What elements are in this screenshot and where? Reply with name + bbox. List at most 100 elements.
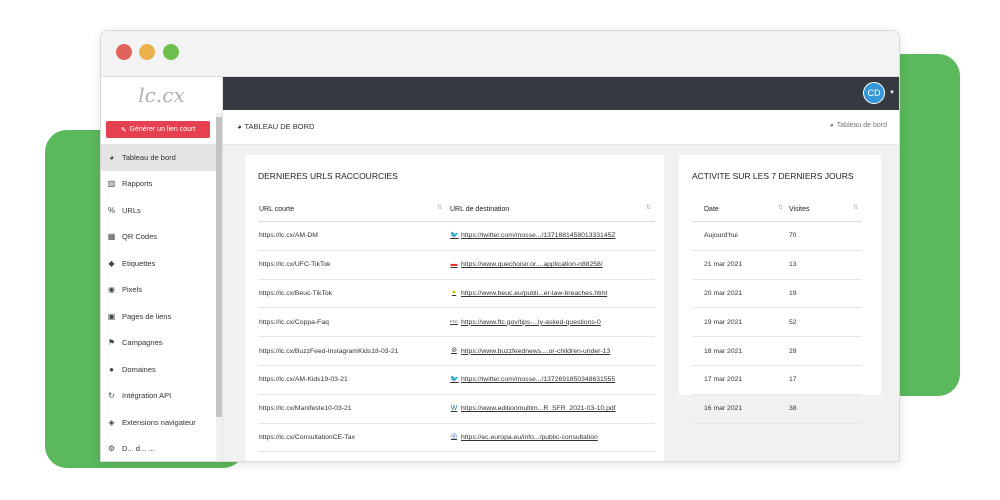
column-header-label: Visites xyxy=(789,205,810,213)
table-row: https://lc.cx/Manifeste10-03-21 Whttps://… xyxy=(258,394,655,424)
destination-url-cell: ▬ https://www.quechoisir.or....applicatio… xyxy=(446,250,655,280)
short-url-cell[interactable]: https://lc.cx/UFC-TikTok xyxy=(258,250,446,280)
visits-cell: 29 xyxy=(787,336,862,366)
sidebar-item-4[interactable]: ◆ Etiquettes xyxy=(101,250,222,277)
date-cell: 18 mar 2021 xyxy=(692,336,787,366)
sidebar-item-8[interactable]: ● Domaines xyxy=(101,356,222,383)
latest-urls-card: DERNIERES URLS RACCOURCIES URL courte ⇅ … xyxy=(245,155,664,461)
maximize-window-dot[interactable] xyxy=(163,44,179,60)
destination-link[interactable]: FTC https://www.ftc.gov/tips-...ly-asked-… xyxy=(450,318,654,326)
sidebar-scrollbar-thumb[interactable] xyxy=(216,117,222,417)
sidebar-item-label: Etiquettes xyxy=(122,258,156,268)
short-url-cell[interactable]: https://lc.cx/BuzzFeed-InstagramKids18-0… xyxy=(258,336,446,366)
europa-favicon-icon: ◎ xyxy=(450,433,458,441)
destination-url-cell xyxy=(446,451,655,461)
table-row: 18 mar 2021 29 xyxy=(692,336,862,366)
column-header-short-url[interactable]: URL courte ⇅ xyxy=(258,197,446,222)
destination-link[interactable]: 🐦 https://twitter.com/mosse.../1371881458… xyxy=(450,232,654,240)
sidebar-item-label: Campagnes xyxy=(122,338,163,348)
destination-link[interactable]: ▬ https://www.quechoisir.or....applicatio… xyxy=(450,261,654,269)
window-titlebar xyxy=(101,31,899,77)
sidebar-item-0[interactable]: ◕ Tableau de bord xyxy=(101,144,222,171)
destination-link-text: https://www.buzzfeednews....or-children-… xyxy=(461,347,611,355)
table-row: https://lc.cx/DigitalAdTaxl ... xyxy=(258,451,655,461)
minimize-window-dot[interactable] xyxy=(139,44,155,60)
destination-link[interactable]: Whttps://www.editionmultim...R_SFR_2021-… xyxy=(450,405,654,413)
sidebar-item-10[interactable]: ◈ Extensions navigateur xyxy=(101,409,222,436)
table-row: 17 mar 2021 17 xyxy=(692,365,862,395)
date-cell: Aujourd'hui xyxy=(692,221,787,251)
sidebar-item-6[interactable]: ▣ Pages de liens xyxy=(101,303,222,330)
destination-url-cell: ● https://www.beuc.eu/publi...er-law-brea… xyxy=(446,279,655,309)
breadcrumb-current-label: Tableau de bord xyxy=(836,122,887,129)
sidebar-item-label: QR Codes xyxy=(122,232,158,242)
sidebar-item-label: Extensions navigateur xyxy=(122,417,196,427)
user-avatar[interactable]: CD xyxy=(863,82,885,104)
short-url-cell[interactable]: https://lc.cx/Coppa-Faq xyxy=(258,307,446,338)
short-url-cell[interactable]: https://lc.cx/Beuc-TikTok xyxy=(258,279,446,309)
nav-globe-icon: ● xyxy=(109,364,114,374)
short-url-cell[interactable]: https://lc.cx/ConsultationCE-Tax xyxy=(258,423,446,453)
visits-cell: 19 xyxy=(787,279,862,309)
logo[interactable]: lc.cx xyxy=(101,77,222,113)
short-url-cell[interactable]: https://lc.cx/DigitalAdTaxl ... xyxy=(258,451,446,461)
top-navbar: CD ▼ xyxy=(223,77,899,110)
destination-link[interactable]: ⊘ https://www.buzzfeednews....or-children… xyxy=(450,347,654,355)
page-title: ◕ TABLEAU DE BORD xyxy=(237,122,314,131)
sidebar-item-label: Intégration API xyxy=(122,391,172,401)
beuc-favicon-icon: ● xyxy=(451,289,457,297)
sidebar-item-7[interactable]: ⚑ Campagnes xyxy=(101,330,222,357)
sidebar-item-3[interactable]: ▦ QR Codes xyxy=(101,224,222,251)
sidebar-item-1[interactable]: ▥ Rapports xyxy=(101,171,222,198)
sidebar: lc.cx ✎ Générer un lien court ◕ Tableau d… xyxy=(101,77,223,461)
destination-link-text: https://twitter.com/mosse.../13718814580… xyxy=(461,232,616,240)
sidebar-item-label: Pages de liens xyxy=(122,311,172,321)
destination-link-text: https://www.ftc.gov/tips-...ly-asked-que… xyxy=(461,318,601,326)
sidebar-item-label: URLs xyxy=(122,205,141,215)
latest-urls-title: DERNIERES URLS RACCOURCIES xyxy=(258,171,398,181)
sidebar-item-11[interactable]: ⚙ D... d... ... xyxy=(101,436,222,462)
nav-dashboard-icon: ◕ xyxy=(109,152,114,162)
browser-window: lc.cx ✎ Générer un lien court ◕ Tableau d… xyxy=(100,30,900,462)
date-cell: 16 mar 2021 xyxy=(692,394,787,424)
page-title-label: TABLEAU DE BORD xyxy=(244,122,315,131)
sidebar-item-9[interactable]: ↻ Intégration API xyxy=(101,383,222,410)
latest-urls-table: URL courte ⇅ URL de destination ⇅ https:… xyxy=(258,197,655,461)
short-url-cell[interactable]: https://lc.cx/AM-DM xyxy=(258,221,446,251)
sort-icon[interactable]: ⇅ xyxy=(853,204,858,211)
sort-icon[interactable]: ⇅ xyxy=(778,204,783,211)
ftc-favicon-icon: FTC xyxy=(450,319,458,325)
caret-down-icon[interactable]: ▼ xyxy=(889,90,895,96)
sort-icon[interactable]: ⇅ xyxy=(646,204,651,211)
close-window-dot[interactable] xyxy=(116,44,132,60)
column-header-date[interactable]: Date ⇅ xyxy=(692,197,787,222)
short-url-cell[interactable]: https://lc.cx/AM-Kids19-03-21 xyxy=(258,365,446,395)
sidebar-item-label: Domaines xyxy=(122,364,156,374)
column-header-visits[interactable]: Visites ⇅ xyxy=(787,197,862,222)
destination-url-cell: 🐦 https://twitter.com/mosse.../1371881458… xyxy=(446,221,655,251)
visits-cell: 13 xyxy=(787,250,862,280)
column-header-destination-url[interactable]: URL de destination ⇅ xyxy=(446,197,655,222)
nav-flag-icon: ⚑ xyxy=(107,338,116,348)
column-header-label: URL courte xyxy=(259,205,295,213)
destination-link-text: https://ec.europa.eu/info.../public-cons… xyxy=(461,433,598,441)
destination-link[interactable]: ● https://www.beuc.eu/publi...er-law-brea… xyxy=(450,289,654,297)
sidebar-item-5[interactable]: ◉ Pixels xyxy=(101,277,222,304)
dashboard-icon: ◕ xyxy=(237,122,242,131)
sidebar-item-label: D... d... ... xyxy=(122,444,155,454)
destination-link[interactable]: ◎ https://ec.europa.eu/info.../public-con… xyxy=(450,433,654,441)
magic-wand-icon: ✎ xyxy=(120,126,127,134)
sort-icon[interactable]: ⇅ xyxy=(437,204,442,211)
breadcrumb-current[interactable]: ◕ Tableau de bord xyxy=(830,122,887,129)
sidebar-item-2[interactable]: % URLs xyxy=(101,197,222,224)
activity-table: Date ⇅ Visites ⇅ Aujourd'hui 70 21 mar 202… xyxy=(692,197,862,424)
generate-short-link-button[interactable]: ✎ Générer un lien court xyxy=(106,121,210,138)
destination-link[interactable]: 🐦 https://twitter.com/mosse.../1372691850… xyxy=(450,376,654,384)
destination-link-text: https://www.beuc.eu/publi...er-law-breac… xyxy=(461,289,608,297)
nav-qr-code-icon: ▦ xyxy=(107,232,116,242)
short-url-cell[interactable]: https://lc.cx/Manifeste10-03-21 xyxy=(258,394,446,424)
table-row: 16 mar 2021 38 xyxy=(692,394,862,424)
visits-cell: 17 xyxy=(787,365,862,395)
table-row: https://lc.cx/ConsultationCE-Tax ◎ https:/… xyxy=(258,423,655,453)
twitter-favicon-icon: 🐦 xyxy=(450,231,459,239)
